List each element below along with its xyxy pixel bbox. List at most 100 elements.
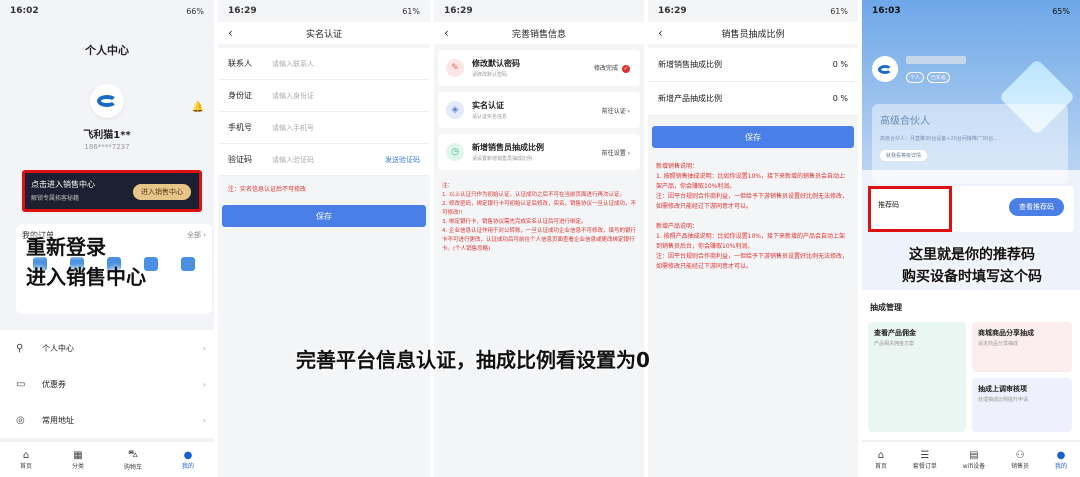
tab-category[interactable]: ▦ 分类 <box>72 450 84 470</box>
home-icon: ⌂ <box>877 449 885 461</box>
tier-details-button[interactable]: 就我看等级详情 <box>880 150 928 161</box>
user-tag: 个人 <box>906 72 925 83</box>
tab-wifi-devices[interactable]: ▤ wifi设备 <box>963 450 985 470</box>
status-bar: 16:29 <box>434 0 644 22</box>
field-value[interactable]: 0 % <box>833 94 848 103</box>
commission-ratio-card[interactable]: ◷ 新增销售员抽成比例 请设置新增销售员抽成比例 前往设置 › <box>438 134 640 170</box>
user-icon: ● <box>1056 449 1066 461</box>
auth-form: 联系人 请输入联系人 身份证 请输入身份证 手机号 请输入手机号 验证码 请输入… <box>218 48 430 176</box>
save-button[interactable]: 保存 <box>222 205 426 227</box>
sales-center-banner[interactable]: 点击进入销售中心 解锁专属拓客秘籍 进入销售中心 <box>22 170 202 212</box>
nav-bar: ‹ 完善销售信息 <box>434 22 644 44</box>
tier-card: 高级合伙人 高级合伙人：月直推30台设备+20台间接推广30台... 就我看等级… <box>872 104 1068 184</box>
section-title: 抽成管理 <box>870 303 902 312</box>
chevron-right-icon: › <box>202 415 206 425</box>
tab-cart[interactable]: ⛍ 购物车 <box>124 449 142 471</box>
menu-item-address[interactable]: ◎ 常用地址 › <box>0 402 214 438</box>
edit-icon: ✎ <box>446 59 464 77</box>
contact-field[interactable]: 联系人 请输入联系人 <box>218 48 430 80</box>
commission-review-card[interactable]: 抽成上调审核项 处理抽成比例提升申请 <box>972 378 1072 432</box>
note-line: 3. 绑定银行卡，销售协议需先完成实名认证后可进行绑定。 <box>442 219 587 225</box>
tab-label: 首页 <box>874 462 887 470</box>
note-line: 1. 以上认证只作为初始认证，认证成功之后不可在当前页面进行再次认证。 <box>442 192 625 198</box>
chevron-right-icon: › <box>202 343 206 353</box>
chevron-right-icon: › <box>202 379 206 389</box>
avatar[interactable] <box>872 56 898 82</box>
field-placeholder[interactable]: 请输入验证码 <box>272 155 314 165</box>
tab-label: 首页 <box>19 462 32 470</box>
overlay-line: 购买设备时填写这个码 <box>902 269 1042 285</box>
card-subtitle: 请修改默认密码 <box>472 72 508 78</box>
panel-sales-center: 16:03 65% 个人 已实名 高级合伙人 高级合伙人：月直推30台设备+20… <box>862 0 1080 477</box>
tab-salespeople[interactable]: ⚇ 销售员 <box>1011 450 1029 470</box>
card-action[interactable]: 前往认证 › <box>602 106 630 115</box>
card-title: 新增销售员抽成比例 <box>472 143 544 152</box>
bell-icon[interactable]: 🔔 <box>192 102 204 113</box>
card-subtitle: 请认证实名信息 <box>472 114 508 120</box>
user-icon: ● <box>183 449 193 461</box>
card-subtitle: 设定商品分享抽成 <box>978 341 1019 347</box>
ratio-form: 新增销售抽成比例 0 % 新增产品抽成比例 0 % <box>648 48 858 116</box>
share-commission-card[interactable]: 商城商品分享抽成 设定商品分享抽成 <box>972 322 1072 372</box>
tab-label: 我的 <box>1054 462 1067 470</box>
field-label: 身份证 <box>228 91 252 100</box>
panel-sales-info: 16:29 ‹ 完善销售信息 ✎ 修改默认密码 请修改默认密码 修改完成 ✓ ◈ … <box>434 0 644 477</box>
sales-ratio-field[interactable]: 新增销售抽成比例 0 % <box>648 48 858 82</box>
product-ratio-field[interactable]: 新增产品抽成比例 0 % <box>648 82 858 116</box>
menu-item-label: 个人中心 <box>42 343 74 353</box>
tab-home[interactable]: ⌂ 首页 <box>20 450 32 470</box>
menu-item-label: 优惠券 <box>42 379 66 389</box>
tab-mine[interactable]: ● 我的 <box>1055 450 1067 470</box>
menu-list: ⚲ 个人中心 › ▭ 优惠券 › ◎ 常用地址 › <box>0 330 214 438</box>
save-button[interactable]: 保存 <box>652 126 854 148</box>
overlay-annotation: 重新登录 进入销售中心 <box>26 232 146 292</box>
field-placeholder[interactable]: 请输入联系人 <box>272 59 314 69</box>
note-line: 注：因平台规则合作商利益，一但给予下游销售员设置好比例无法修改，如需修改只能经过… <box>656 193 849 210</box>
cart-icon: ⛍ <box>127 448 139 460</box>
status-time: 16:29 <box>658 6 687 16</box>
home-icon: ⌂ <box>22 449 30 461</box>
tab-mine[interactable]: ● 我的 <box>182 450 194 470</box>
nav-title: 销售员抽成比例 <box>721 29 785 40</box>
card-action[interactable]: 前往设置 › <box>602 148 630 157</box>
back-icon[interactable]: ‹ <box>658 26 663 40</box>
note-line: 1. 按照产品抽成说明：比如你设置10%，接下来新增的产品会自动上架到销售员后台… <box>656 233 845 250</box>
id-card-field[interactable]: 身份证 请输入身份证 <box>218 80 430 112</box>
back-icon[interactable]: ‹ <box>444 26 449 40</box>
note-line: 1. 按照销售抽成说明：比如你设置10%，接下来新增的销售员会自动上架产品，你会… <box>656 173 845 190</box>
logo-icon <box>878 64 892 74</box>
grid-icon: ▦ <box>73 449 83 461</box>
phone-field[interactable]: 手机号 请输入手机号 <box>218 112 430 144</box>
tab-orders[interactable]: ☰ 套餐订单 <box>913 450 937 470</box>
coupon-icon: ▭ <box>16 378 26 390</box>
change-password-card[interactable]: ✎ 修改默认密码 请修改默认密码 修改完成 ✓ <box>438 50 640 86</box>
overlay-line: 进入销售中心 <box>26 265 146 289</box>
avatar[interactable] <box>90 84 124 118</box>
product-commission-card[interactable]: 查看产品佣金 产品相关佣金方案 <box>868 322 966 432</box>
tab-home[interactable]: ⌂ 首页 <box>875 450 887 470</box>
enter-sales-center-button[interactable]: 进入销售中心 <box>133 184 191 200</box>
tab-label: wifi设备 <box>962 462 986 470</box>
card-title: 实名认证 <box>472 101 504 110</box>
field-label: 验证码 <box>228 155 252 164</box>
router-icon: ▤ <box>969 449 979 461</box>
orders-all-link[interactable]: 全部 › <box>187 230 206 241</box>
order-status-icon[interactable] <box>180 257 195 271</box>
verification-code-field[interactable]: 验证码 请输入验证码 发送验证码 <box>218 144 430 176</box>
sales-header: 16:03 65% 个人 已实名 高级合伙人 高级合伙人：月直推30台设备+20… <box>862 0 1080 184</box>
clock-icon: ◷ <box>446 143 464 161</box>
field-label: 新增产品抽成比例 <box>658 94 722 103</box>
field-placeholder[interactable]: 请输入手机号 <box>272 123 314 133</box>
back-icon[interactable]: ‹ <box>228 26 233 40</box>
field-value[interactable]: 0 % <box>833 60 848 69</box>
real-name-auth-card[interactable]: ◈ 实名认证 请认证实名信息 前往认证 › <box>438 92 640 128</box>
send-code-button[interactable]: 发送验证码 <box>385 155 420 165</box>
menu-item-personal-center[interactable]: ⚲ 个人中心 › <box>0 330 214 366</box>
status-bar: 16:02 66% <box>0 0 214 22</box>
status-time: 16:03 <box>872 6 901 16</box>
card-title: 商城商品分享抽成 <box>978 329 1034 337</box>
card-action-label: 修改完成 <box>593 65 618 72</box>
menu-item-coupons[interactable]: ▭ 优惠券 › <box>0 366 214 402</box>
view-referral-code-button[interactable]: 查看推荐码 <box>1009 198 1064 216</box>
field-placeholder[interactable]: 请输入身份证 <box>272 91 314 101</box>
